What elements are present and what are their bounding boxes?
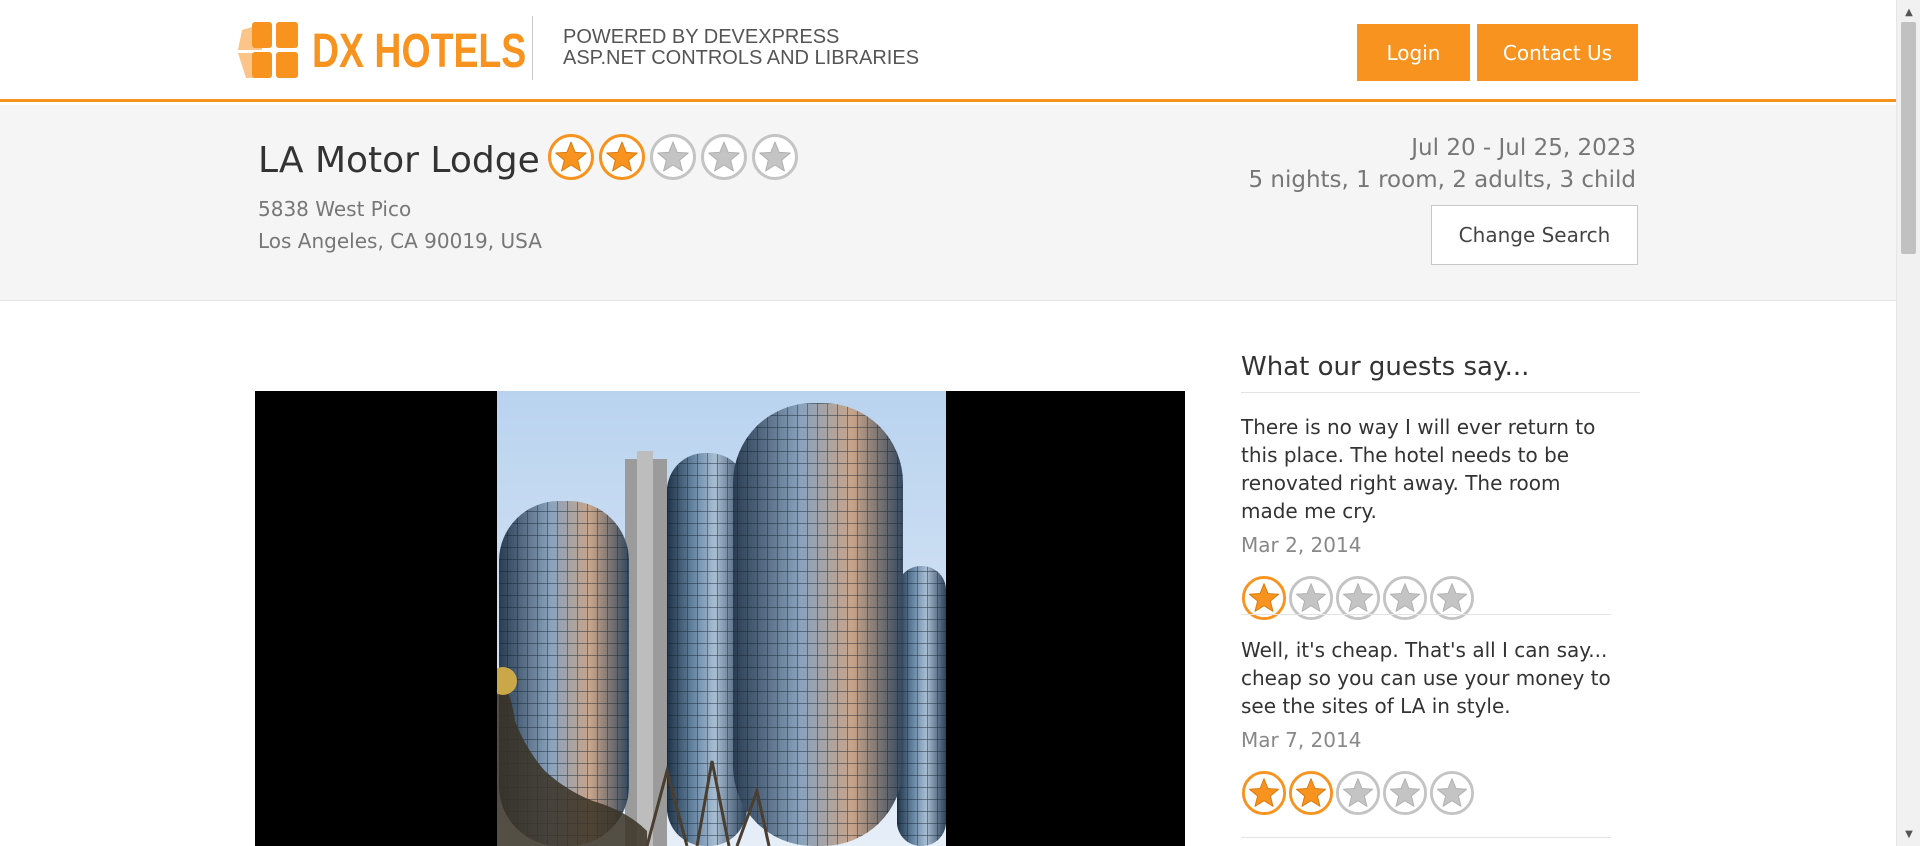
scroll-up-arrow-icon[interactable]: ▲ xyxy=(1897,2,1920,22)
star-icon xyxy=(752,134,798,180)
review-separator xyxy=(1241,837,1611,838)
hotel-building-image xyxy=(497,391,946,846)
reviews-divider xyxy=(1241,392,1640,393)
review-text: Well, it's cheap. That's all I can say..… xyxy=(1241,638,1611,718)
hotel-summary-band: LA Motor Lodge 5838 West Pico Los Angele… xyxy=(0,105,1896,301)
star-icon xyxy=(1429,770,1475,816)
star-icon xyxy=(1382,770,1428,816)
star-icon xyxy=(650,134,696,180)
page-scrollbar[interactable]: ▲ ▼ xyxy=(1896,0,1920,846)
review-date: Mar 2, 2014 xyxy=(1241,533,1362,557)
star-icon xyxy=(1288,770,1334,816)
star-icon xyxy=(1241,770,1287,816)
review-rating xyxy=(1241,770,1611,816)
reviews-title: What our guests say... xyxy=(1241,352,1530,382)
star-icon xyxy=(701,134,747,180)
powered-line-1: POWERED BY DEVEXPRESS xyxy=(563,26,840,48)
review-item: Well, it's cheap. That's all I can say..… xyxy=(1241,636,1611,816)
top-header: DX HOTELS POWERED BY DEVEXPRESS ASP.NET … xyxy=(0,0,1896,102)
review-item: There is no way I will ever return to th… xyxy=(1241,413,1611,621)
search-summary: 5 nights, 1 room, 2 adults, 3 child xyxy=(1248,167,1636,193)
logo-text: DX HOTELS xyxy=(312,24,527,78)
hotel-address-line-2: Los Angeles, CA 90019, USA xyxy=(258,229,542,253)
review-separator xyxy=(1241,614,1611,615)
review-date: Mar 7, 2014 xyxy=(1241,728,1362,752)
review-text: There is no way I will ever return to th… xyxy=(1241,415,1596,523)
powered-by-text: POWERED BY DEVEXPRESS ASP.NET CONTROLS A… xyxy=(563,27,919,69)
contact-us-button[interactable]: Contact Us xyxy=(1477,24,1638,81)
login-button[interactable]: Login xyxy=(1357,24,1470,81)
scroll-down-arrow-icon[interactable]: ▼ xyxy=(1897,824,1920,844)
logo[interactable]: DX HOTELS xyxy=(238,20,587,82)
dx-hotels-logo-icon xyxy=(238,22,298,78)
hotel-photo[interactable] xyxy=(255,391,1185,846)
scrollbar-thumb[interactable] xyxy=(1901,22,1916,254)
hotel-name: LA Motor Lodge xyxy=(258,140,540,181)
hotel-rating xyxy=(547,133,799,181)
powered-line-2: ASP.NET CONTROLS AND LIBRARIES xyxy=(563,47,920,69)
star-icon xyxy=(1335,770,1381,816)
hotel-address-line-1: 5838 West Pico xyxy=(258,197,412,221)
header-divider xyxy=(532,16,533,80)
star-icon xyxy=(599,134,645,180)
search-dates: Jul 20 - Jul 25, 2023 xyxy=(1411,135,1636,161)
star-icon xyxy=(548,134,594,180)
change-search-button[interactable]: Change Search xyxy=(1431,205,1638,265)
